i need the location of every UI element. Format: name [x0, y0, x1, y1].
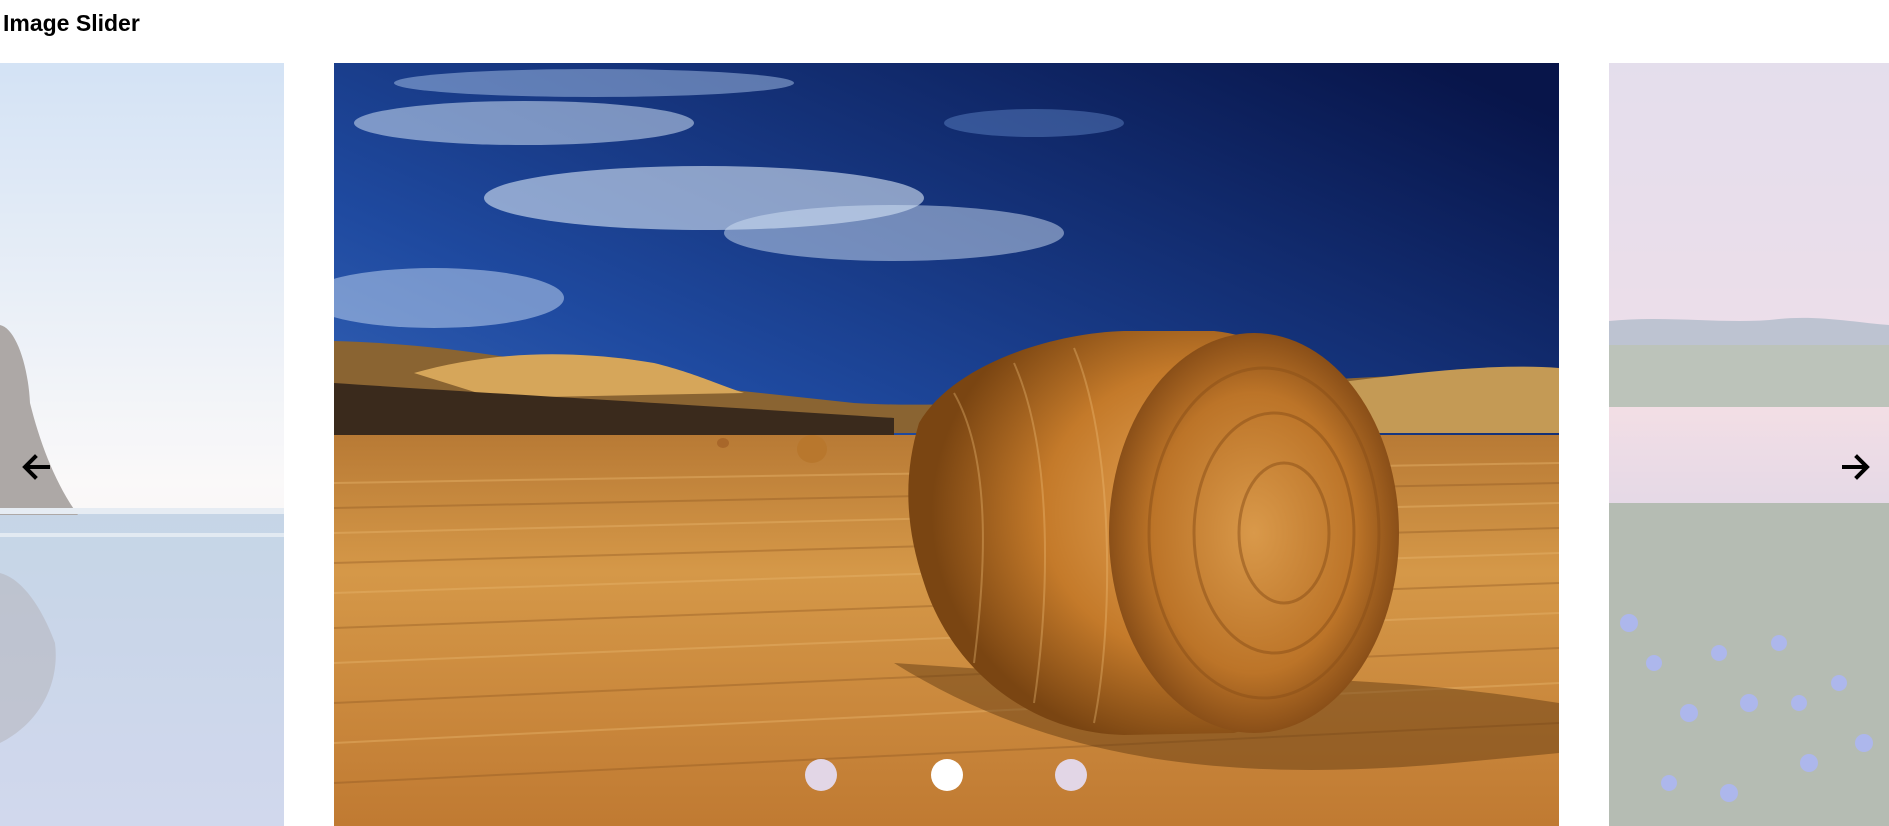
slide-next[interactable] [1609, 63, 1889, 826]
next-slide-button[interactable] [1838, 449, 1874, 485]
slide-active[interactable] [334, 63, 1559, 826]
previous-slide-button[interactable] [18, 449, 54, 485]
slider-pagination [0, 759, 1889, 793]
slide-previous[interactable] [0, 63, 284, 826]
pagination-dot-active[interactable] [931, 759, 963, 791]
hay-bale-field-image [334, 63, 1559, 826]
arrow-left-icon [22, 454, 50, 480]
arrow-right-icon [1842, 454, 1870, 480]
slide-fade-overlay [0, 63, 284, 826]
slide-fade-overlay [1609, 63, 1889, 826]
page-title: Image Slider [3, 10, 140, 36]
pagination-dot[interactable] [805, 759, 837, 791]
slider-track [0, 63, 1889, 826]
pagination-dot[interactable] [1055, 759, 1087, 791]
